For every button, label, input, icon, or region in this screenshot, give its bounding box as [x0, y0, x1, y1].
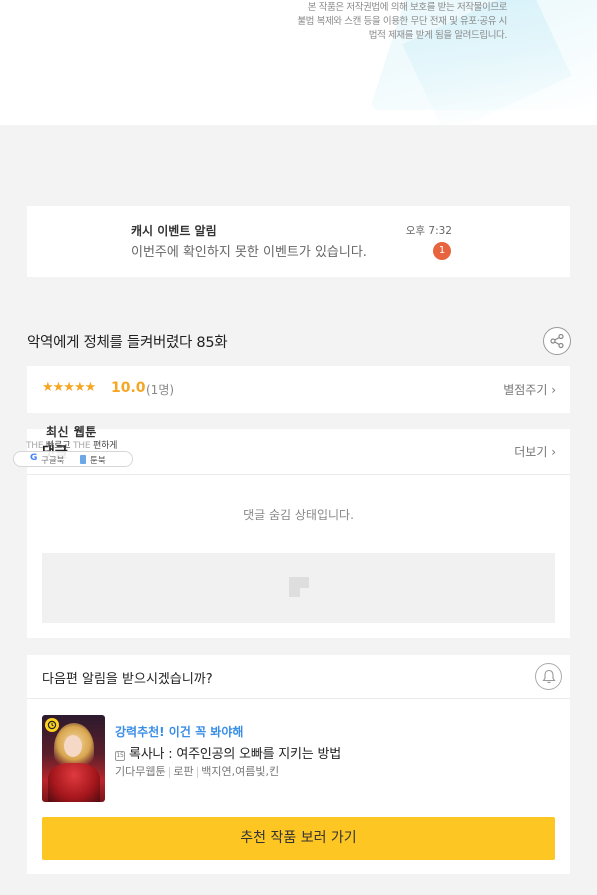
rating-voters: (1명) — [146, 383, 175, 397]
comments-more-link[interactable]: 더보기 › — [514, 443, 556, 460]
copyright-line-2: 불법 복제와 스캔 등을 이용한 무단 전재 및 유포·공유 시 — [297, 16, 507, 27]
clock-icon — [45, 718, 59, 732]
overlay-sub-main: 빠르고 — [46, 441, 71, 451]
google-book-label: 구글북 — [41, 456, 65, 466]
ad-placeholder[interactable] — [42, 553, 555, 623]
recommend-title: 록사나 : 여주인공의 오빠를 지키는 방법 — [129, 747, 342, 762]
event-count-badge: 1 — [433, 242, 451, 260]
clock-glyph — [47, 720, 57, 730]
recommended-thumbnail[interactable] — [42, 715, 105, 802]
event-title: 캐시 이벤트 알림 — [131, 224, 217, 238]
google-icon: G — [30, 453, 38, 463]
recommend-tag: 강력추천! 이건 꼭 봐야해 — [115, 725, 244, 739]
recommend-authors: 백지연,여름빛,킨 — [201, 765, 280, 778]
alert-bell-button[interactable] — [535, 663, 562, 690]
latest-webtoon-app-pill[interactable]: G 구글북 툰북 — [13, 451, 133, 467]
recommend-genre: 로판 — [173, 765, 194, 778]
rating-card: ★★★★★ 10.0 (1명) 별점주기 › — [27, 366, 570, 413]
event-message: 이번주에 확인하지 못한 이벤트가 있습니다. — [131, 245, 367, 260]
alert-question: 다음편 알림을 받으시겠습니까? — [42, 672, 213, 687]
recommend-meta: 기다무웹툰 | 로판 | 백지연,여름빛,킨 — [115, 765, 280, 778]
overlay-sub-mid: THE — [72, 441, 91, 451]
ad-placeholder-icon — [289, 577, 309, 597]
copyright-line-3: 법적 제재를 받게 됨을 알려드립니다. — [368, 30, 508, 41]
age-rating-badge: 15 — [115, 751, 125, 761]
book-icon — [80, 455, 86, 464]
thumbnail-art-dress — [48, 763, 100, 802]
next-episode-alert-card: 다음편 알림을 받으시겠습니까? 강력추천! 이건 꼭 봐야해 15 록사나 : … — [27, 655, 570, 874]
latest-webtoon-overlay-subtitle: THE 빠르고 THE 편하게 — [26, 438, 117, 451]
share-icon — [550, 333, 564, 349]
recommend-title-row[interactable]: 15 록사나 : 여주인공의 오빠를 지키는 방법 — [115, 743, 341, 762]
view-recommended-button[interactable]: 추천 작품 보러 가기 — [42, 817, 555, 860]
alert-header: 다음편 알림을 받으시겠습니까? — [27, 655, 570, 699]
overlay-sub-prefix: THE — [26, 441, 44, 451]
cash-event-card[interactable]: 캐시 이벤트 알림 이번주에 확인하지 못한 이벤트가 있습니다. 오후 7:3… — [27, 206, 570, 277]
copyright-line-1: 본 작품은 저작권법에 의해 보호를 받는 저작물이므로 — [307, 2, 508, 13]
rating-stars: ★★★★★ — [42, 380, 96, 395]
episode-title: 악역에게 정체를 들켜버렸다 85화 — [27, 335, 228, 351]
bell-icon — [541, 669, 556, 684]
comments-hidden-message: 댓글 숨김 상태입니다. — [243, 508, 354, 522]
share-button[interactable] — [543, 327, 571, 355]
recommend-platform: 기다무웹툰 — [115, 765, 166, 778]
copyright-notice: 본 작품은 저작권법에 의해 보호를 받는 저작물이므로 불법 복제와 스캔 등… — [207, 1, 507, 43]
overlay-sub-end: 편하게 — [92, 441, 118, 451]
thumbnail-art-face — [64, 735, 82, 757]
event-time: 오후 7:32 — [405, 225, 452, 237]
rating-score: 10.0 — [111, 380, 146, 396]
toon-book-label: 툰북 — [90, 456, 106, 466]
copyright-banner: 본 작품은 저작권법에 의해 보호를 받는 저작물이므로 불법 복제와 스캔 등… — [0, 0, 597, 125]
rate-button[interactable]: 별점주기 › — [503, 381, 556, 398]
